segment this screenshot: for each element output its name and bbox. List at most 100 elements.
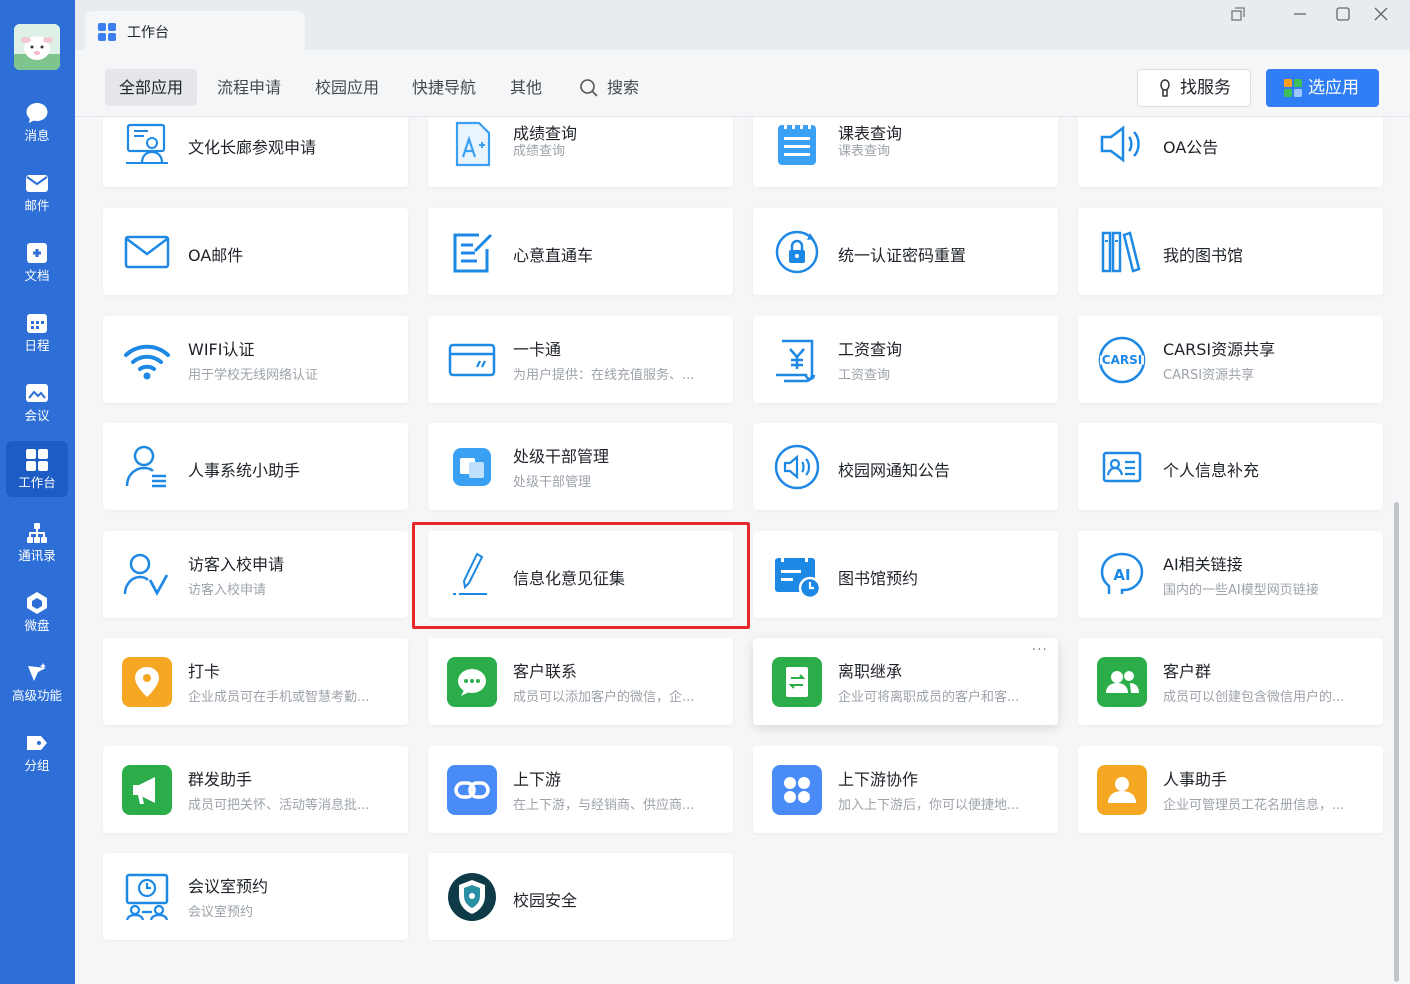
more-options-icon[interactable]: ··· xyxy=(1032,642,1048,658)
sidebar-item-advanced[interactable]: 高级功能 xyxy=(6,654,68,710)
app-card[interactable]: 一卡通 为用户提供：在线充值服务、... xyxy=(428,316,733,403)
find-service-button[interactable]: 找服务 xyxy=(1137,69,1251,107)
cloud-disk-icon xyxy=(27,592,47,614)
sidebar-label: 消息 xyxy=(24,128,50,143)
app-card[interactable]: OA公告 xyxy=(1078,117,1383,187)
app-title: 心意直通车 xyxy=(513,246,594,265)
app-desc: 会议室预约 xyxy=(188,905,254,920)
app-card[interactable]: 上下游协作 加入上下游后，你可以便捷地... xyxy=(753,746,1058,833)
app-title: 文化长廊参观申请 xyxy=(188,138,317,157)
wifi-icon xyxy=(124,344,170,380)
tag-icon xyxy=(27,736,47,750)
app-title: 处级干部管理 xyxy=(513,447,610,466)
sidebar-item-group[interactable]: 分组 xyxy=(6,724,68,780)
sidebar-label: 日程 xyxy=(24,338,50,353)
tab-all-apps[interactable]: 全部应用 xyxy=(105,69,198,106)
tab-workbench[interactable]: 工作台 xyxy=(85,11,305,50)
app-card[interactable]: 上下游 在上下游，与经销商、供应商... xyxy=(428,746,733,833)
tab-process-apply[interactable]: 流程申请 xyxy=(203,69,295,106)
sidebar-item-cloud-disk[interactable]: 微盘 xyxy=(6,584,68,640)
app-desc: 访客入校申请 xyxy=(188,583,267,598)
campus-notice-icon xyxy=(774,444,820,490)
password-reset-icon xyxy=(775,230,819,274)
sidebar-label: 工作台 xyxy=(18,475,56,490)
cadre-management-icon xyxy=(453,448,491,486)
app-desc: 为用户提供：在线充值服务、... xyxy=(513,368,695,383)
app-card[interactable]: OA邮件 xyxy=(103,208,408,295)
maximize-icon[interactable] xyxy=(1332,6,1354,28)
app-title: 校园网通知公告 xyxy=(838,461,951,480)
app-card[interactable]: 会议室预约 会议室预约 xyxy=(103,853,408,940)
sidebar-label: 通讯录 xyxy=(18,548,56,563)
app-card[interactable]: 工资查询 工资查询 xyxy=(753,316,1058,403)
meeting-room-icon xyxy=(125,873,169,921)
app-card[interactable]: 群发助手 成员可把关怀、活动等消息批... xyxy=(103,746,408,833)
lightbulb-icon xyxy=(1160,79,1170,97)
app-desc: 国内的一些AI模型网页链接 xyxy=(1163,583,1319,598)
app-card[interactable]: 人事助手 企业可管理员工花名册信息，... xyxy=(1078,746,1383,833)
sidebar-item-docs[interactable]: 文档 xyxy=(6,234,68,290)
app-card[interactable]: 文化长廊参观申请 xyxy=(103,117,408,187)
app-card[interactable]: CARSI CARSI资源共享 CARSI资源共享 xyxy=(1078,316,1383,403)
tab-campus-apps[interactable]: 校园应用 xyxy=(301,69,393,106)
avatar[interactable] xyxy=(14,24,60,70)
sidebar-label: 会议 xyxy=(24,408,50,423)
app-card[interactable]: 客户联系 成员可以添加客户的微信，企... xyxy=(428,638,733,725)
tab-quick-nav[interactable]: 快捷导航 xyxy=(398,69,490,106)
scrollbar[interactable] xyxy=(1394,502,1399,982)
app-card[interactable]: 课表查询 课表查询 xyxy=(753,117,1058,187)
exhibition-apply-icon xyxy=(126,123,168,164)
app-card[interactable]: 校园安全 xyxy=(428,853,733,940)
search-button[interactable]: 搜索 xyxy=(565,69,653,106)
library-books-icon xyxy=(1101,231,1141,273)
customer-group-icon xyxy=(1097,657,1147,707)
app-card[interactable]: 人事系统小助手 xyxy=(103,423,408,510)
app-card[interactable]: 访客入校申请 访客入校申请 xyxy=(103,531,408,618)
sidebar-item-messages[interactable]: 消息 xyxy=(6,94,68,150)
app-card[interactable]: 客户群 成员可以创建包含微信用户的... xyxy=(1078,638,1383,725)
sidebar-item-calendar[interactable]: 日程 xyxy=(6,304,68,360)
advanced-icon xyxy=(28,663,46,681)
app-card[interactable]: 校园网通知公告 xyxy=(753,423,1058,510)
app-title: OA邮件 xyxy=(188,246,244,265)
select-app-button[interactable]: 选应用 xyxy=(1266,69,1379,107)
app-desc: CARSI资源共享 xyxy=(1163,368,1255,383)
sidebar-item-meeting[interactable]: 会议 xyxy=(6,374,68,430)
category-nav: 全部应用 流程申请 校园应用 快捷导航 其他 搜索 找服务 选应用 xyxy=(75,50,1410,117)
tab-other[interactable]: 其他 xyxy=(496,69,556,106)
find-service-label: 找服务 xyxy=(1180,78,1231,98)
tab-label: 工作台 xyxy=(127,25,169,41)
app-title: AI相关链接 xyxy=(1163,555,1243,574)
app-card[interactable]: WIFI认证 用于学校无线网络认证 xyxy=(103,316,408,403)
sidebar-item-workbench[interactable]: 工作台 xyxy=(6,441,68,497)
sidebar-item-contacts[interactable]: 通讯录 xyxy=(6,514,68,570)
app-card[interactable]: ··· 离职继承 企业可将离职成员的客户和客... xyxy=(753,638,1058,725)
app-card[interactable]: 心意直通车 xyxy=(428,208,733,295)
sidebar-label: 文档 xyxy=(24,268,50,283)
sidebar-label: 邮件 xyxy=(24,198,50,213)
salary-icon xyxy=(776,339,816,383)
app-desc: 课表查询 xyxy=(838,144,891,159)
sidebar-item-mail[interactable]: 邮件 xyxy=(6,164,68,220)
select-app-label: 选应用 xyxy=(1308,78,1359,98)
search-label: 搜索 xyxy=(607,78,640,97)
app-card[interactable]: 处级干部管理 处级干部管理 xyxy=(428,423,733,510)
app-card[interactable]: AI AI相关链接 国内的一些AI模型网页链接 xyxy=(1078,531,1383,618)
app-card[interactable]: 成绩查询 成绩查询 xyxy=(428,117,733,187)
app-title: WIFI认证 xyxy=(188,340,255,359)
app-desc: 处级干部管理 xyxy=(513,475,592,490)
app-card[interactable]: 我的图书馆 xyxy=(1078,208,1383,295)
app-desc: 成绩查询 xyxy=(513,144,566,159)
app-card[interactable]: 图书馆预约 xyxy=(753,531,1058,618)
minimize-icon[interactable] xyxy=(1289,6,1311,28)
app-card[interactable]: 打卡 企业成员可在手机或智慧考勤... xyxy=(103,638,408,725)
meeting-icon xyxy=(26,384,48,402)
pin-window-icon[interactable] xyxy=(1227,6,1249,28)
close-icon[interactable] xyxy=(1370,6,1392,28)
app-card[interactable]: 统一认证密码重置 xyxy=(753,208,1058,295)
sidebar-label: 高级功能 xyxy=(11,688,62,703)
app-title: 会议室预约 xyxy=(188,877,269,896)
app-card[interactable]: 个人信息补充 xyxy=(1078,423,1383,510)
app-desc: 在上下游，与经销商、供应商... xyxy=(513,798,695,813)
resign-inherit-icon xyxy=(772,657,822,707)
